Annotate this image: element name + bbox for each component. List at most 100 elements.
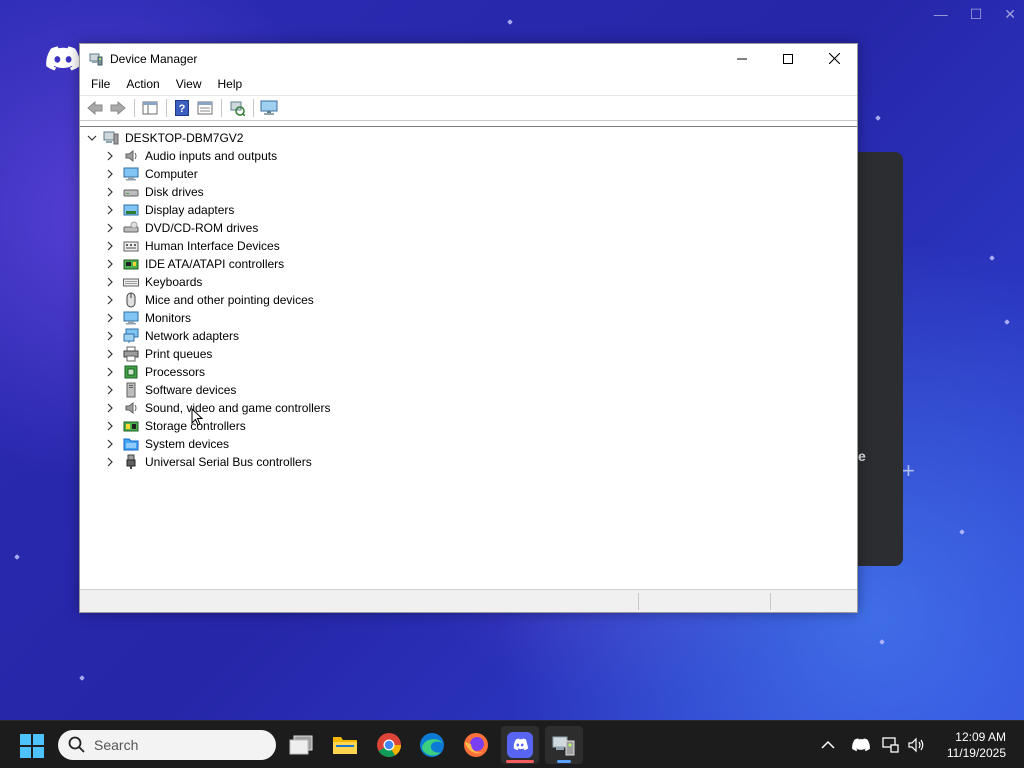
chevron-right-icon[interactable]: [105, 295, 115, 305]
device-tree[interactable]: DESKTOP-DBM7GV2 Audio inputs and outputs…: [80, 126, 857, 589]
properties-view-button[interactable]: [194, 98, 216, 118]
discord-button[interactable]: [501, 726, 539, 764]
tree-item[interactable]: Processors: [105, 363, 205, 381]
task-view-button[interactable]: [282, 726, 320, 764]
chevron-right-icon[interactable]: [105, 187, 115, 197]
mouse-cursor-icon: [191, 408, 203, 426]
keyboard-icon: [123, 278, 139, 287]
search-icon: [68, 736, 85, 753]
chevron-right-icon[interactable]: [105, 457, 115, 467]
window-controls: [719, 44, 857, 73]
title-bar[interactable]: Device Manager: [80, 44, 857, 73]
chevron-right-icon[interactable]: [105, 385, 115, 395]
network-icon[interactable]: [882, 737, 900, 753]
taskbar-clock[interactable]: 12:09 AM 11/19/2025: [947, 729, 1006, 761]
window-title: Device Manager: [110, 51, 198, 66]
tree-item[interactable]: Universal Serial Bus controllers: [105, 453, 312, 471]
device-manager-taskbar-button[interactable]: [545, 726, 583, 764]
chevron-right-icon[interactable]: [105, 169, 115, 179]
tree-item[interactable]: Display adapters: [105, 201, 234, 219]
tree-item[interactable]: Audio inputs and outputs: [105, 147, 277, 165]
edge-button[interactable]: [413, 726, 451, 764]
task-view-icon: [289, 735, 313, 755]
firefox-button[interactable]: [457, 726, 495, 764]
usb-icon: [126, 454, 136, 469]
chevron-right-icon[interactable]: [105, 439, 115, 449]
tree-item[interactable]: Sound, video and game controllers: [105, 399, 330, 417]
chevron-right-icon[interactable]: [105, 241, 115, 251]
help-button[interactable]: ?: [171, 98, 193, 118]
star-decoration: [14, 554, 20, 560]
discord-tray-icon[interactable]: [852, 738, 870, 752]
network-adapter-icon: [123, 328, 139, 343]
help-icon: ?: [175, 100, 189, 116]
background-app-panel: [855, 152, 903, 566]
tree-item[interactable]: IDE ATA/ATAPI controllers: [105, 255, 284, 273]
tree-item[interactable]: Storage controllers: [105, 417, 246, 435]
tree-item-label: Human Interface Devices: [145, 239, 280, 253]
clock-time: 12:09 AM: [955, 730, 1006, 744]
chevron-up-icon[interactable]: [820, 739, 836, 751]
chevron-right-icon[interactable]: [105, 331, 115, 341]
device-manager-window[interactable]: Device Manager File Action View Help ? D…: [79, 43, 858, 613]
chevron-right-icon[interactable]: [105, 205, 115, 215]
tree-item-label: Keyboards: [145, 275, 203, 289]
tree-item[interactable]: Human Interface Devices: [105, 237, 280, 255]
chevron-right-icon[interactable]: [105, 403, 115, 413]
tree-item-label: Print queues: [145, 347, 213, 361]
close-icon[interactable]: ✕: [1004, 6, 1016, 23]
chevron-right-icon[interactable]: [105, 223, 115, 233]
menu-bar: File Action View Help: [80, 73, 857, 95]
tree-item[interactable]: Mice and other pointing devices: [105, 291, 314, 309]
tree-item-label: Processors: [145, 365, 206, 379]
menu-help[interactable]: Help: [210, 77, 251, 91]
tree-item[interactable]: DVD/CD-ROM drives: [105, 219, 258, 237]
tree-item[interactable]: System devices: [105, 435, 229, 453]
menu-file[interactable]: File: [83, 77, 118, 91]
chevron-right-icon[interactable]: [105, 277, 115, 287]
printer-icon: [123, 346, 139, 362]
chrome-button[interactable]: [370, 726, 408, 764]
chevron-right-icon[interactable]: [105, 367, 115, 377]
tree-item[interactable]: Network adapters: [105, 327, 239, 345]
monitor-icon: [260, 100, 278, 115]
scan-hardware-icon: [230, 101, 245, 116]
taskbar-search-box[interactable]: Search: [58, 730, 276, 760]
tree-item[interactable]: Keyboards: [105, 273, 202, 291]
minimize-icon[interactable]: —: [934, 6, 948, 23]
display-adapter-icon: [123, 204, 139, 216]
menu-view[interactable]: View: [168, 77, 210, 91]
volume-icon[interactable]: [908, 737, 926, 753]
file-explorer-button[interactable]: [326, 726, 364, 764]
tree-item-label: Audio inputs and outputs: [145, 149, 278, 163]
windows-start-icon[interactable]: [20, 734, 44, 758]
chevron-right-icon[interactable]: [105, 151, 115, 161]
show-hide-console-tree-button[interactable]: [139, 98, 161, 118]
tree-item-label: Universal Serial Bus controllers: [145, 455, 312, 469]
minimize-button[interactable]: [719, 44, 765, 73]
forward-button[interactable]: [107, 98, 129, 118]
tree-item[interactable]: Print queues: [105, 345, 212, 363]
tree-item[interactable]: Computer: [105, 165, 198, 183]
close-button[interactable]: [811, 44, 857, 73]
chevron-down-icon[interactable]: [87, 133, 97, 143]
maximize-icon[interactable]: ☐: [970, 6, 983, 23]
tree-item[interactable]: Disk drives: [105, 183, 204, 201]
tree-item[interactable]: Software devices: [105, 381, 236, 399]
tree-root[interactable]: DESKTOP-DBM7GV2: [87, 129, 243, 147]
tree-item[interactable]: Monitors: [105, 309, 191, 327]
forward-arrow-icon: [110, 101, 126, 115]
display-devices-button[interactable]: [258, 98, 280, 118]
star-decoration: [879, 639, 885, 645]
discord-logo-icon: [46, 46, 80, 71]
scan-hardware-changes-button[interactable]: [226, 98, 248, 118]
maximize-button[interactable]: [765, 44, 811, 73]
computer-icon: [123, 167, 139, 181]
menu-action[interactable]: Action: [118, 77, 167, 91]
chevron-right-icon[interactable]: [105, 421, 115, 431]
chevron-right-icon[interactable]: [105, 349, 115, 359]
chevron-right-icon[interactable]: [105, 259, 115, 269]
back-button[interactable]: [84, 98, 106, 118]
tree-item-label: Monitors: [145, 311, 192, 325]
chevron-right-icon[interactable]: [105, 313, 115, 323]
